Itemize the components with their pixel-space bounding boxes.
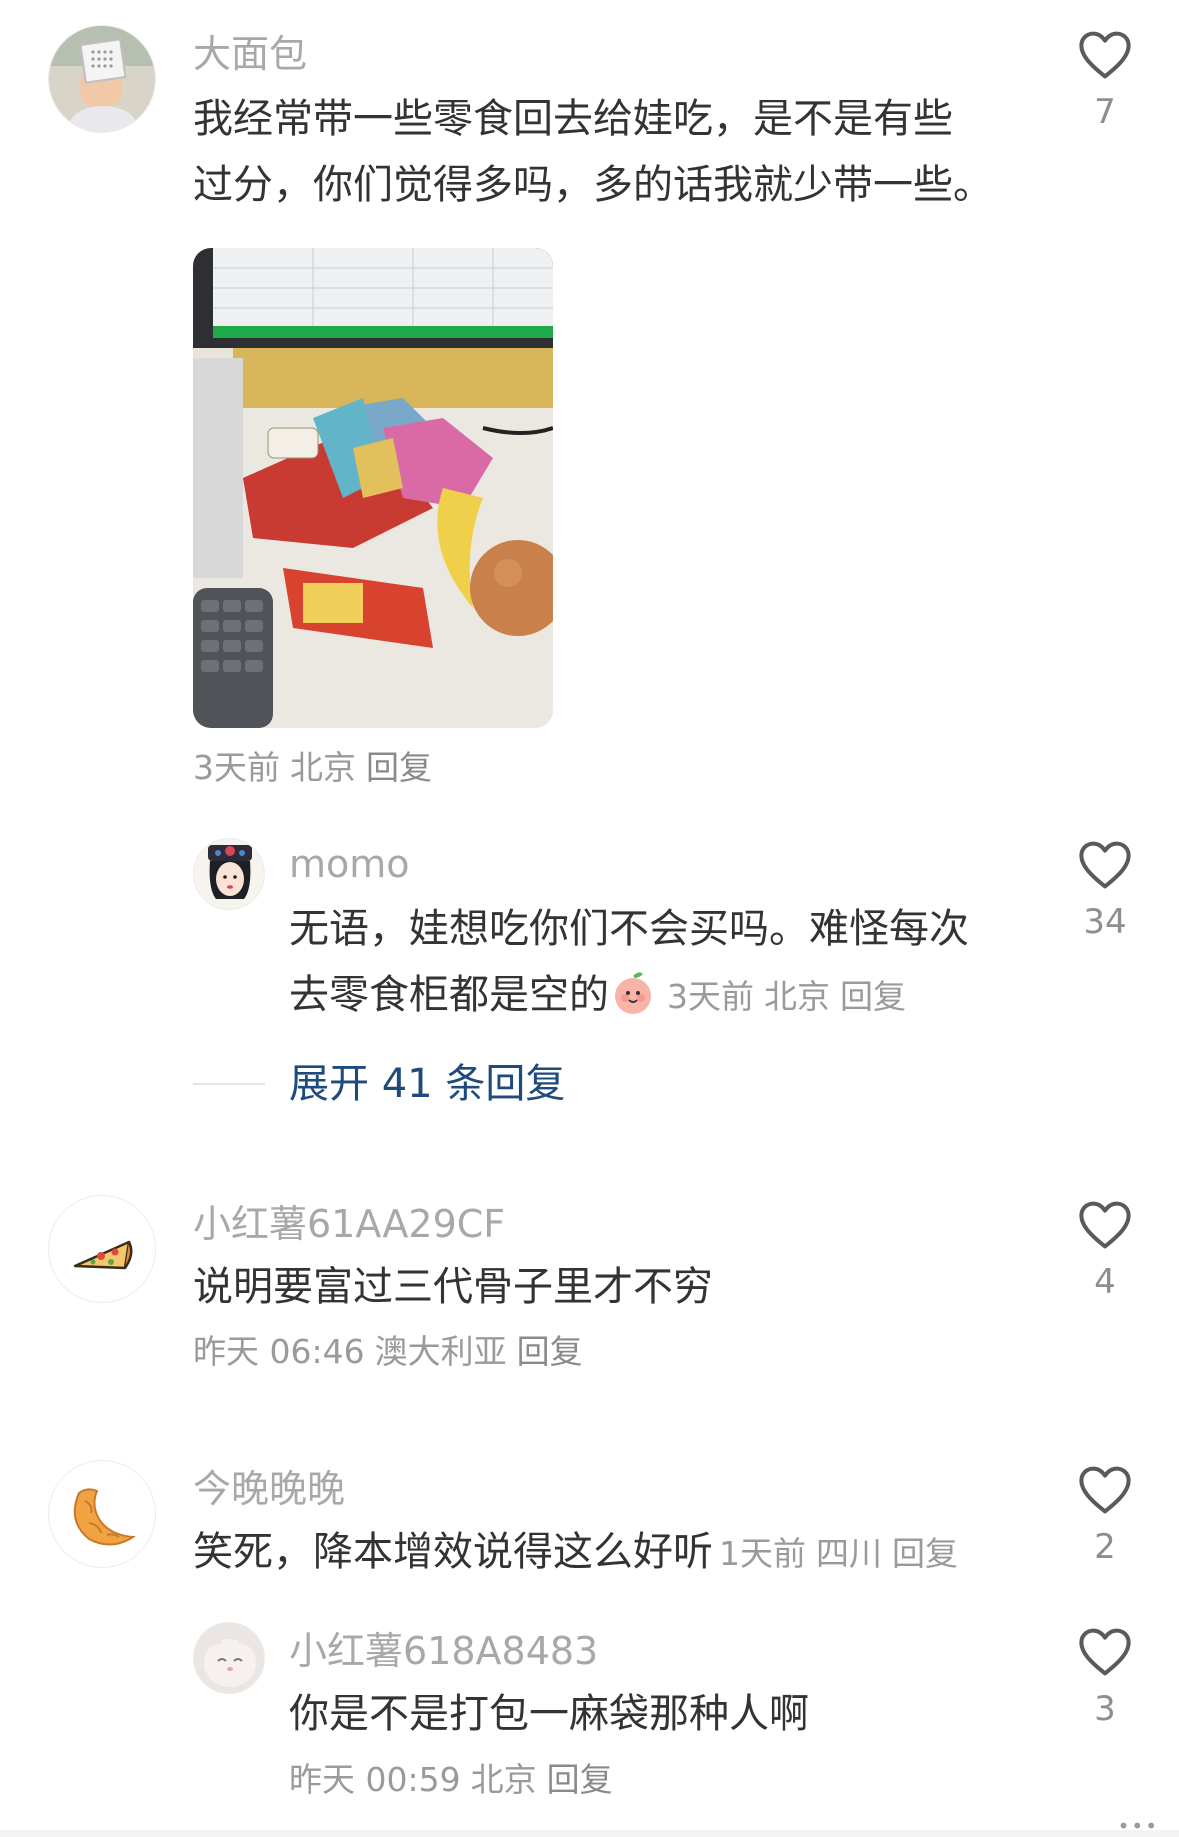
timestamp: 1天前: [719, 1534, 806, 1573]
like-count: 3: [1094, 1689, 1116, 1729]
comment-text-with-meta: 笑死，降本增效说得这么好听 1天前 四川 回复: [193, 1519, 968, 1587]
comment-text-line-1: 无语，娃想吃你们不会买吗。难怪每次: [289, 906, 969, 952]
avatar-pizza[interactable]: [48, 1195, 156, 1303]
username[interactable]: 小红薯61AA29CF: [193, 1200, 505, 1248]
like-button[interactable]: 3: [1075, 1627, 1135, 1729]
comment-text: 你是不是打包一麻袋那种人啊: [289, 1691, 809, 1737]
peach-emoji-icon: [609, 968, 657, 1016]
more-dots-icon: •••: [1117, 1814, 1159, 1837]
reply-button[interactable]: 回复: [547, 1760, 613, 1799]
expand-replies-button[interactable]: 展开 41 条回复: [289, 1058, 565, 1110]
avatar-cat[interactable]: [193, 1622, 265, 1694]
like-count: 2: [1094, 1527, 1116, 1567]
avatar-baby-photo[interactable]: [48, 25, 156, 133]
expand-divider: [193, 1083, 265, 1085]
timestamp: 昨天 00:59: [289, 1760, 461, 1799]
comment-text-line-2: 去零食柜都是空的: [289, 972, 609, 1018]
reply-button[interactable]: 回复: [892, 1534, 958, 1573]
location: 澳大利亚: [374, 1332, 507, 1371]
location: 北京: [290, 748, 356, 787]
heart-outline-icon: [1079, 31, 1131, 79]
location: 四川: [816, 1534, 882, 1573]
comment-text: 说明要富过三代骨子里才不穷: [193, 1264, 713, 1310]
comment-meta: 1天前 四川 回复: [719, 1534, 968, 1573]
bottom-divider: [0, 1830, 1179, 1837]
username[interactable]: 大面包: [193, 30, 307, 78]
comment-meta: 昨天 06:46 澳大利亚 回复: [193, 1330, 593, 1374]
pizza-icon: [73, 1240, 133, 1270]
reply-button[interactable]: 回复: [517, 1332, 583, 1371]
heart-outline-icon: [1079, 1466, 1131, 1514]
attached-photo-snacks[interactable]: [193, 248, 553, 728]
username[interactable]: 今晚晚晚: [193, 1465, 345, 1513]
reply-button[interactable]: 回复: [840, 977, 906, 1016]
username[interactable]: 小红薯618A8483: [289, 1627, 598, 1675]
heart-outline-icon: [1079, 841, 1131, 889]
comment-text-line-2: 过分，你们觉得多吗，多的话我就少带一些。: [193, 162, 993, 208]
croissant-icon: [73, 1488, 137, 1546]
timestamp: 3天前: [667, 977, 754, 1016]
comment-meta: 3天前 北京 回复: [667, 977, 916, 1016]
location: 北京: [470, 1760, 537, 1799]
comment-meta: 3天前 北京 回复: [193, 746, 442, 790]
comment-text-line-2-with-meta: 去零食柜都是空的 3天前 北京 回复: [289, 962, 916, 1030]
like-count: 4: [1094, 1262, 1116, 1302]
username[interactable]: momo: [289, 840, 410, 888]
heart-outline-icon: [1079, 1628, 1131, 1676]
like-button[interactable]: 4: [1075, 1200, 1135, 1302]
like-button[interactable]: 7: [1075, 30, 1135, 132]
timestamp: 昨天 06:46: [193, 1332, 365, 1371]
like-count: 7: [1094, 92, 1116, 132]
heart-outline-icon: [1079, 1201, 1131, 1249]
reply-button[interactable]: 回复: [366, 748, 432, 787]
location: 北京: [764, 977, 830, 1016]
avatar-costume-lady[interactable]: [193, 838, 265, 910]
comment-text-line-1: 我经常带一些零食回去给娃吃，是不是有些: [193, 96, 953, 142]
like-button[interactable]: 34: [1075, 840, 1135, 942]
comment-text: 笑死，降本增效说得这么好听: [193, 1529, 713, 1575]
comment-meta: 昨天 00:59 北京 回复: [289, 1758, 623, 1802]
like-button[interactable]: 2: [1075, 1465, 1135, 1567]
like-count: 34: [1083, 902, 1127, 942]
timestamp: 3天前: [193, 748, 280, 787]
avatar-croissant[interactable]: [48, 1460, 156, 1568]
